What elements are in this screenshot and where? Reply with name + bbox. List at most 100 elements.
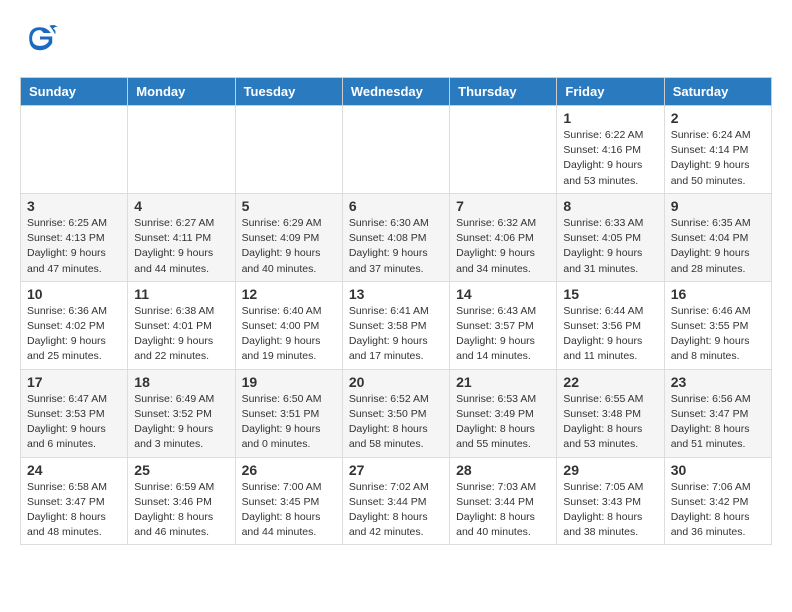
calendar-week-3: 17 Sunrise: 6:47 AM Sunset: 3:53 PM Dayli…: [21, 369, 772, 457]
calendar-cell: [21, 106, 128, 194]
day-info: Sunrise: 6:41 AM Sunset: 3:58 PM Dayligh…: [349, 304, 443, 365]
calendar-cell: 6 Sunrise: 6:30 AM Sunset: 4:08 PM Daylig…: [342, 193, 449, 281]
day-number: 19: [242, 374, 336, 390]
day-number: 3: [27, 198, 121, 214]
day-number: 26: [242, 462, 336, 478]
day-number: 22: [563, 374, 657, 390]
day-number: 9: [671, 198, 765, 214]
day-info: Sunrise: 6:35 AM Sunset: 4:04 PM Dayligh…: [671, 216, 765, 277]
day-info: Sunrise: 6:36 AM Sunset: 4:02 PM Dayligh…: [27, 304, 121, 365]
day-number: 8: [563, 198, 657, 214]
day-number: 27: [349, 462, 443, 478]
day-header-wednesday: Wednesday: [342, 78, 449, 106]
day-header-tuesday: Tuesday: [235, 78, 342, 106]
calendar-cell: 26 Sunrise: 7:00 AM Sunset: 3:45 PM Dayli…: [235, 457, 342, 545]
day-number: 2: [671, 110, 765, 126]
calendar-cell: 9 Sunrise: 6:35 AM Sunset: 4:04 PM Daylig…: [664, 193, 771, 281]
day-info: Sunrise: 6:22 AM Sunset: 4:16 PM Dayligh…: [563, 128, 657, 189]
day-number: 24: [27, 462, 121, 478]
calendar-cell: 27 Sunrise: 7:02 AM Sunset: 3:44 PM Dayli…: [342, 457, 449, 545]
day-info: Sunrise: 7:02 AM Sunset: 3:44 PM Dayligh…: [349, 480, 443, 541]
day-info: Sunrise: 6:43 AM Sunset: 3:57 PM Dayligh…: [456, 304, 550, 365]
day-number: 1: [563, 110, 657, 126]
day-info: Sunrise: 7:05 AM Sunset: 3:43 PM Dayligh…: [563, 480, 657, 541]
day-info: Sunrise: 6:58 AM Sunset: 3:47 PM Dayligh…: [27, 480, 121, 541]
day-header-thursday: Thursday: [450, 78, 557, 106]
calendar-cell: [450, 106, 557, 194]
day-number: 14: [456, 286, 550, 302]
calendar-cell: 18 Sunrise: 6:49 AM Sunset: 3:52 PM Dayli…: [128, 369, 235, 457]
calendar-week-0: 1 Sunrise: 6:22 AM Sunset: 4:16 PM Daylig…: [21, 106, 772, 194]
calendar-cell: 5 Sunrise: 6:29 AM Sunset: 4:09 PM Daylig…: [235, 193, 342, 281]
calendar-cell: 23 Sunrise: 6:56 AM Sunset: 3:47 PM Dayli…: [664, 369, 771, 457]
day-number: 10: [27, 286, 121, 302]
day-number: 28: [456, 462, 550, 478]
calendar-week-2: 10 Sunrise: 6:36 AM Sunset: 4:02 PM Dayli…: [21, 281, 772, 369]
day-number: 23: [671, 374, 765, 390]
day-number: 29: [563, 462, 657, 478]
day-number: 15: [563, 286, 657, 302]
day-info: Sunrise: 6:56 AM Sunset: 3:47 PM Dayligh…: [671, 392, 765, 453]
day-number: 18: [134, 374, 228, 390]
day-info: Sunrise: 6:29 AM Sunset: 4:09 PM Dayligh…: [242, 216, 336, 277]
day-info: Sunrise: 6:53 AM Sunset: 3:49 PM Dayligh…: [456, 392, 550, 453]
day-info: Sunrise: 6:32 AM Sunset: 4:06 PM Dayligh…: [456, 216, 550, 277]
calendar-cell: 12Sunrise: 6:40 AM Sunset: 4:00 PM Dayli…: [235, 281, 342, 369]
logo: [20, 20, 58, 61]
calendar-cell: 16 Sunrise: 6:46 AM Sunset: 3:55 PM Dayli…: [664, 281, 771, 369]
day-info: Sunrise: 6:40 AM Sunset: 4:00 PM Dayligh…: [242, 304, 336, 365]
calendar-week-4: 24 Sunrise: 6:58 AM Sunset: 3:47 PM Dayli…: [21, 457, 772, 545]
day-info: Sunrise: 7:00 AM Sunset: 3:45 PM Dayligh…: [242, 480, 336, 541]
day-number: 11: [134, 286, 228, 302]
calendar-cell: 28 Sunrise: 7:03 AM Sunset: 3:44 PM Dayli…: [450, 457, 557, 545]
day-number: 16: [671, 286, 765, 302]
day-number: 5: [242, 198, 336, 214]
calendar-cell: 25Sunrise: 6:59 AM Sunset: 3:46 PM Dayli…: [128, 457, 235, 545]
day-number: 25: [134, 462, 228, 478]
logo-icon: [22, 20, 58, 56]
day-info: Sunrise: 6:50 AM Sunset: 3:51 PM Dayligh…: [242, 392, 336, 453]
page-header: [20, 20, 772, 61]
day-info: Sunrise: 6:49 AM Sunset: 3:52 PM Dayligh…: [134, 392, 228, 453]
calendar-cell: 21 Sunrise: 6:53 AM Sunset: 3:49 PM Dayli…: [450, 369, 557, 457]
calendar-cell: 7 Sunrise: 6:32 AM Sunset: 4:06 PM Daylig…: [450, 193, 557, 281]
day-number: 21: [456, 374, 550, 390]
day-number: 20: [349, 374, 443, 390]
calendar-cell: 8 Sunrise: 6:33 AM Sunset: 4:05 PM Daylig…: [557, 193, 664, 281]
day-info: Sunrise: 6:55 AM Sunset: 3:48 PM Dayligh…: [563, 392, 657, 453]
day-info: Sunrise: 6:38 AM Sunset: 4:01 PM Dayligh…: [134, 304, 228, 365]
day-info: Sunrise: 7:06 AM Sunset: 3:42 PM Dayligh…: [671, 480, 765, 541]
calendar-cell: 17 Sunrise: 6:47 AM Sunset: 3:53 PM Dayli…: [21, 369, 128, 457]
calendar-cell: 2 Sunrise: 6:24 AM Sunset: 4:14 PM Daylig…: [664, 106, 771, 194]
calendar-cell: 19 Sunrise: 6:50 AM Sunset: 3:51 PM Dayli…: [235, 369, 342, 457]
calendar-cell: 29 Sunrise: 7:05 AM Sunset: 3:43 PM Dayli…: [557, 457, 664, 545]
calendar-cell: [342, 106, 449, 194]
day-number: 30: [671, 462, 765, 478]
day-number: 17: [27, 374, 121, 390]
calendar-week-1: 3Sunrise: 6:25 AM Sunset: 4:13 PM Daylig…: [21, 193, 772, 281]
calendar-cell: 30 Sunrise: 7:06 AM Sunset: 3:42 PM Dayli…: [664, 457, 771, 545]
calendar-cell: 15Sunrise: 6:44 AM Sunset: 3:56 PM Dayli…: [557, 281, 664, 369]
day-number: 13: [349, 286, 443, 302]
day-number: 6: [349, 198, 443, 214]
day-info: Sunrise: 6:30 AM Sunset: 4:08 PM Dayligh…: [349, 216, 443, 277]
calendar-cell: 20 Sunrise: 6:52 AM Sunset: 3:50 PM Dayli…: [342, 369, 449, 457]
day-number: 4: [134, 198, 228, 214]
day-number: 7: [456, 198, 550, 214]
day-info: Sunrise: 6:47 AM Sunset: 3:53 PM Dayligh…: [27, 392, 121, 453]
day-header-monday: Monday: [128, 78, 235, 106]
calendar-cell: 1 Sunrise: 6:22 AM Sunset: 4:16 PM Daylig…: [557, 106, 664, 194]
day-header-saturday: Saturday: [664, 78, 771, 106]
day-info: Sunrise: 6:27 AM Sunset: 4:11 PM Dayligh…: [134, 216, 228, 277]
day-info: Sunrise: 7:03 AM Sunset: 3:44 PM Dayligh…: [456, 480, 550, 541]
calendar-cell: [128, 106, 235, 194]
day-header-friday: Friday: [557, 78, 664, 106]
day-info: Sunrise: 6:46 AM Sunset: 3:55 PM Dayligh…: [671, 304, 765, 365]
calendar-cell: 13 Sunrise: 6:41 AM Sunset: 3:58 PM Dayli…: [342, 281, 449, 369]
day-info: Sunrise: 6:52 AM Sunset: 3:50 PM Dayligh…: [349, 392, 443, 453]
calendar-cell: 4 Sunrise: 6:27 AM Sunset: 4:11 PM Daylig…: [128, 193, 235, 281]
day-info: Sunrise: 6:33 AM Sunset: 4:05 PM Dayligh…: [563, 216, 657, 277]
calendar-cell: 11 Sunrise: 6:38 AM Sunset: 4:01 PM Dayli…: [128, 281, 235, 369]
calendar-cell: 22 Sunrise: 6:55 AM Sunset: 3:48 PM Dayli…: [557, 369, 664, 457]
day-info: Sunrise: 6:24 AM Sunset: 4:14 PM Dayligh…: [671, 128, 765, 189]
